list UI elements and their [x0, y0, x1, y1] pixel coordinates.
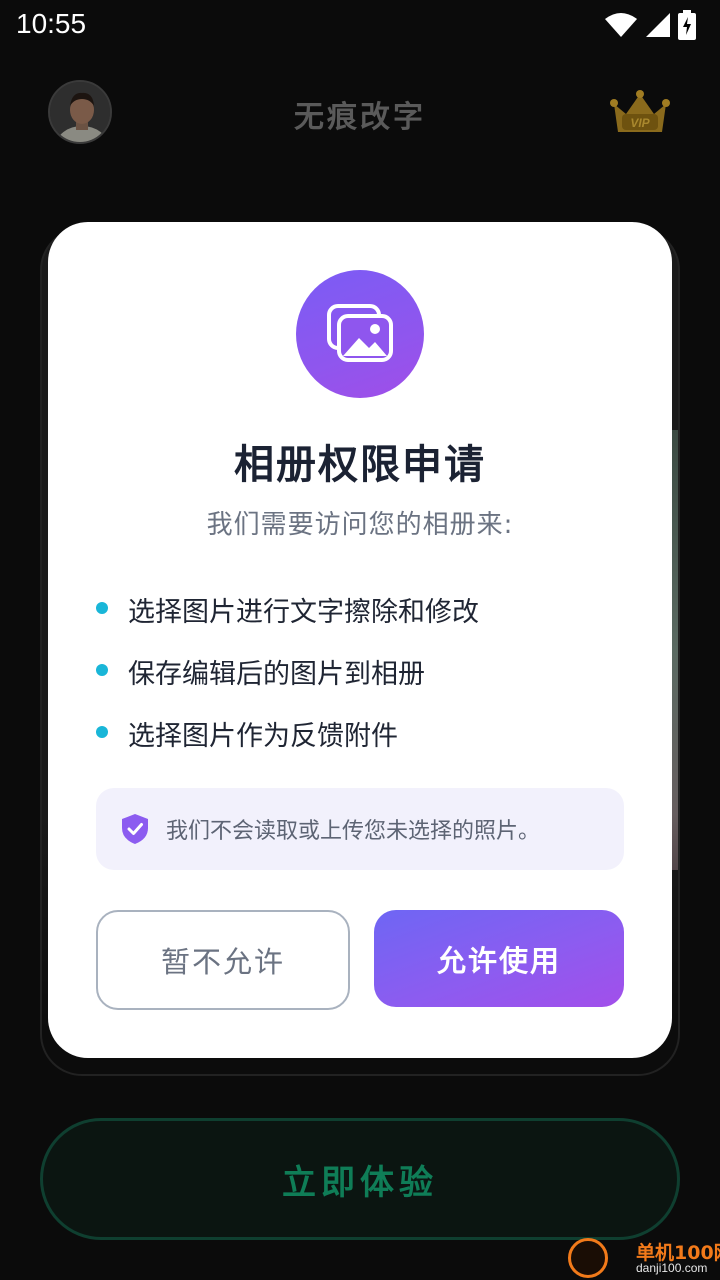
allow-button[interactable]: 允许使用 [374, 910, 624, 1007]
wifi-icon [605, 13, 637, 37]
bullet-dot-icon [96, 602, 108, 614]
gallery-icon-circle [296, 270, 424, 398]
permission-dialog: 相册权限申请 我们需要访问您的相册来: 选择图片进行文字擦除和修改 保存编辑后的… [48, 222, 672, 1058]
privacy-note-text: 我们不会读取或上传您未选择的照片。 [166, 819, 541, 844]
vip-label: VIP [630, 116, 650, 130]
battery-charging-icon [678, 10, 696, 40]
status-bar: 10:55 [0, 0, 720, 50]
reason-text: 选择图片作为反馈附件 [128, 720, 398, 752]
shield-check-icon [122, 814, 148, 844]
watermark-logo-icon [568, 1238, 608, 1278]
status-time: 10:55 [16, 8, 87, 39]
bullet-dot-icon [96, 726, 108, 738]
reason-text: 保存编辑后的图片到相册 [128, 658, 425, 690]
cellular-signal-icon [646, 13, 670, 37]
dialog-subtitle: 我们需要访问您的相册来: [206, 510, 514, 540]
dialog-title: 相册权限申请 [234, 442, 486, 488]
watermark-domain: danji100.com [636, 1261, 708, 1275]
vip-crown-icon: VIP [610, 90, 670, 132]
status-icons [604, 10, 696, 40]
list-item: 选择图片进行文字擦除和修改 [96, 578, 636, 640]
watermark: 单机100网 danji100.com [566, 1236, 720, 1280]
gallery-icon [327, 304, 393, 362]
vip-button[interactable]: VIP [610, 88, 670, 138]
bullet-dot-icon [96, 664, 108, 676]
try-now-button[interactable]: 立即体验 [40, 1118, 680, 1240]
reason-text: 选择图片进行文字擦除和修改 [128, 596, 479, 628]
deny-button[interactable]: 暂不允许 [96, 910, 350, 1010]
app-header: 无痕改字 VIP [0, 70, 720, 154]
reason-list: 选择图片进行文字擦除和修改 保存编辑后的图片到相册 选择图片作为反馈附件 [96, 578, 636, 764]
list-item: 保存编辑后的图片到相册 [96, 640, 636, 702]
privacy-note: 我们不会读取或上传您未选择的照片。 [96, 788, 624, 870]
list-item: 选择图片作为反馈附件 [96, 702, 636, 764]
